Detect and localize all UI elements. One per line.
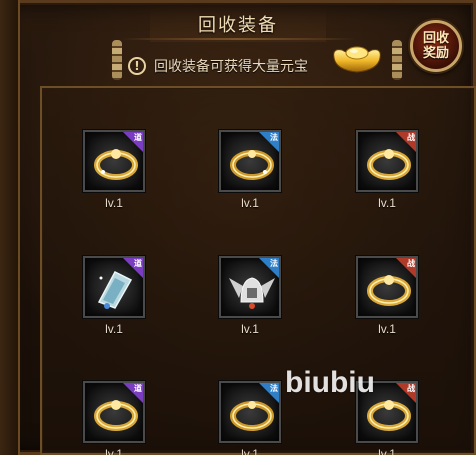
item-level: lv.1 <box>105 196 123 210</box>
item-level: lv.1 <box>105 322 123 336</box>
item-frame: 道 <box>83 130 145 192</box>
equipment-slot[interactable]: 战 lv.1 <box>355 256 419 336</box>
chain-decoration-right <box>392 40 402 80</box>
item-frame: 战 <box>356 130 418 192</box>
item-level: lv.1 <box>241 447 259 455</box>
class-badge-text: 道 <box>134 133 142 142</box>
equipment-slot[interactable]: 战 lv.1 <box>355 130 419 210</box>
equipment-slot[interactable]: 道 lv.1 <box>82 381 146 455</box>
left-rail <box>0 0 20 455</box>
reward-label-line1: 回收 <box>422 31 449 46</box>
class-badge-text: 道 <box>134 259 142 268</box>
item-frame: 战 <box>356 256 418 318</box>
class-badge-text: 法 <box>270 384 278 393</box>
item-level: lv.1 <box>378 196 396 210</box>
watermark-text: biubiu <box>285 366 375 399</box>
equipment-slot[interactable]: 法 lv.1 <box>218 381 282 455</box>
item-frame: 道 <box>83 381 145 443</box>
recycle-reward-button[interactable]: 回收 奖励 <box>410 20 462 72</box>
item-frame: 法 <box>219 130 281 192</box>
item-level: lv.1 <box>105 447 123 455</box>
item-level: lv.1 <box>378 322 396 336</box>
class-badge-text: 道 <box>134 384 142 393</box>
equipment-slot[interactable]: 道 lv.1 <box>82 130 146 210</box>
exclamation-icon: ! <box>128 57 146 75</box>
class-badge-text: 法 <box>270 259 278 268</box>
item-level: lv.1 <box>378 447 396 455</box>
class-badge-text: 战 <box>407 384 415 393</box>
class-badge-text: 战 <box>407 259 415 268</box>
item-frame: 法 <box>219 256 281 318</box>
notice-bar: ! 回收装备可获得大量元宝 <box>128 54 308 78</box>
item-level: lv.1 <box>241 322 259 336</box>
equipment-slot[interactable]: 道 lv.1 <box>82 256 146 336</box>
reward-label-line2: 奖励 <box>422 46 449 61</box>
equipment-slot[interactable]: 法 lv.1 <box>218 130 282 210</box>
class-badge-text: 战 <box>407 133 415 142</box>
item-level: lv.1 <box>241 196 259 210</box>
notice-text: 回收装备可获得大量元宝 <box>154 59 308 75</box>
class-badge-text: 法 <box>270 133 278 142</box>
chain-decoration-left <box>112 40 122 80</box>
equipment-slot[interactable]: 法 lv.1 <box>218 256 282 336</box>
window-title: 回收装备 <box>198 15 278 36</box>
title-bar: 回收装备 <box>150 6 326 42</box>
gold-ingot-icon <box>333 46 381 73</box>
item-frame: 道 <box>83 256 145 318</box>
item-frame: 法 <box>219 381 281 443</box>
